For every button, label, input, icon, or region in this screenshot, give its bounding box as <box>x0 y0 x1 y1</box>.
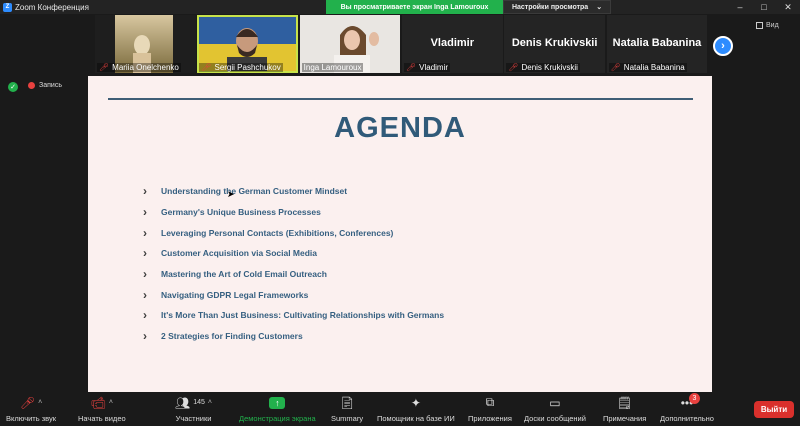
chevron-down-icon: ⌄ <box>596 4 603 11</box>
title-bar: Z Zoom Конференция Вы просматриваете экр… <box>0 0 800 14</box>
start-video-button[interactable]: 📹︎ ˄ Начать видео <box>78 395 126 424</box>
minimize-icon[interactable]: – <box>728 0 752 14</box>
share-screen-button[interactable]: ↑ Демонстрация экрана <box>239 395 316 423</box>
recording-indicator[interactable]: Запись <box>28 82 62 89</box>
list-item: › It's More Than Just Business: Cultivati… <box>143 308 445 323</box>
video-off-icon: 📹︎ <box>90 395 106 410</box>
list-item: › 2 Strategies for Finding Customers <box>143 329 303 344</box>
chevron-right-icon: › <box>143 287 147 302</box>
participant-tile[interactable]: Inga Lamouroux <box>299 15 401 73</box>
notes-button[interactable]: 🗒︎ Примечания <box>603 395 646 424</box>
participant-display-name: Natalia Babanina <box>612 37 702 49</box>
leave-button[interactable]: Выйти <box>754 401 794 418</box>
list-item: › Mastering the Art of Cold Email Outreac… <box>143 267 327 282</box>
participants-count: 145 <box>193 399 205 406</box>
mouse-cursor-icon: ➤ <box>227 189 235 199</box>
list-item: › Understanding the German Customer Minds… <box>143 184 348 199</box>
close-icon[interactable]: ✕ <box>776 0 800 14</box>
participant-name-tag: 🎤︎ Mariia Onelchenko <box>97 63 181 72</box>
mic-muted-icon: 🎤︎ <box>99 63 110 72</box>
mic-muted-icon: 🎤︎ <box>405 63 417 72</box>
sparkle-icon: ✦ <box>410 395 421 410</box>
summary-button[interactable]: 📄︎ Summary <box>331 395 363 424</box>
whiteboard-icon: ▭ <box>549 395 561 410</box>
whiteboards-button[interactable]: ▭ Доски сообщений <box>524 395 586 424</box>
grid-view-icon <box>756 22 763 29</box>
chevron-right-icon: › <box>143 225 147 240</box>
participants-icon: 👥︎ <box>175 395 191 410</box>
participant-strip: 🎤︎ Mariia Onelchenko 🎤︎ Sergii Pashchuko… <box>95 15 709 73</box>
window-controls: – □ ✕ <box>728 0 800 14</box>
record-icon <box>28 82 35 89</box>
caret-up-icon[interactable]: ˄ <box>109 399 113 406</box>
mic-muted-icon: 🎤︎ <box>508 63 519 72</box>
app-title: Z Zoom Конференция <box>3 2 89 12</box>
participant-display-name: Vladimir <box>430 37 474 49</box>
apps-button[interactable]: ⧉ Приложения <box>468 395 512 423</box>
meeting-toolbar: 🎤︎ ˄ Включить звук 📹︎ ˄ Начать видео 👥︎ 145… <box>0 392 800 426</box>
unmute-button[interactable]: 🎤︎ ˄ Включить звук <box>6 395 56 424</box>
share-banner: Вы просматриваете экран Inga Lamouroux <box>326 0 503 14</box>
notes-icon: 🗒︎ <box>617 395 633 410</box>
slide-divider <box>108 98 693 100</box>
next-page-button[interactable]: › <box>713 36 733 56</box>
chevron-right-icon: › <box>143 246 147 261</box>
chevron-right-icon: › <box>721 40 725 52</box>
mic-muted-icon: 🎤︎ <box>201 63 212 72</box>
ai-companion-button[interactable]: ✦ Помощник на базе ИИ <box>377 395 455 424</box>
summary-icon: 📄︎ <box>339 395 355 410</box>
list-item: › Customer Acquisition via Social Media <box>143 246 318 261</box>
apps-icon: ⧉ <box>485 395 495 409</box>
mic-muted-icon: 🎤︎ <box>19 395 36 410</box>
caret-up-icon[interactable]: ˄ <box>208 399 212 406</box>
participant-display-name: Denis Krukivskii <box>511 37 598 49</box>
participants-button[interactable]: 👥︎ 145 ˄ Участники <box>175 395 212 424</box>
participant-name-tag: 🎤︎ Natalia Babanina <box>608 63 687 72</box>
slide-title: AGENDA <box>334 112 466 144</box>
participant-tile[interactable]: Vladimir 🎤︎ Vladimir <box>401 15 503 73</box>
view-options-label: Настройки просмотра <box>511 3 589 11</box>
zoom-logo-icon: Z <box>3 2 12 12</box>
shared-screen: AGENDA › Understanding the German Custome… <box>88 76 712 392</box>
participant-tile[interactable]: Denis Krukivskii 🎤︎ Denis Krukivskii <box>504 15 605 73</box>
chevron-right-icon: › <box>143 308 147 323</box>
notification-badge: 3 <box>689 393 700 404</box>
maximize-icon[interactable]: □ <box>752 0 776 14</box>
participant-name-tag: 🎤︎ Sergii Pashchukov <box>199 63 283 72</box>
participant-tile[interactable]: 🎤︎ Sergii Pashchukov <box>197 15 298 73</box>
chevron-right-icon: › <box>143 329 147 344</box>
participant-name-tag: 🎤︎ Vladimir <box>403 63 451 72</box>
list-item: › Navigating GDPR Legal Frameworks <box>143 287 309 302</box>
participant-tile[interactable]: 🎤︎ Mariia Onelchenko <box>95 15 196 73</box>
view-button[interactable]: Вид <box>756 22 779 29</box>
share-screen-icon: ↑ <box>269 396 286 409</box>
list-item: › Germany's Unique Business Processes <box>143 205 321 220</box>
chevron-right-icon: › <box>143 267 147 282</box>
participant-name-tag: Inga Lamouroux <box>301 63 364 72</box>
caret-up-icon[interactable]: ˄ <box>38 399 42 406</box>
participant-tile[interactable]: Natalia Babanina 🎤︎ Natalia Babanina <box>606 15 708 73</box>
chevron-right-icon: › <box>143 184 147 199</box>
participant-name-tag: 🎤︎ Denis Krukivskii <box>506 63 580 72</box>
agenda-list: › Understanding the German Customer Minds… <box>143 181 693 347</box>
zoom-window: Z Zoom Конференция Вы просматриваете экр… <box>0 0 800 426</box>
list-item: › Leveraging Personal Contacts (Exhibitio… <box>143 225 394 240</box>
shield-icon[interactable]: ✓ <box>8 82 18 92</box>
mic-muted-icon: 🎤︎ <box>610 63 621 72</box>
window-title: Zoom Конференция <box>15 2 89 12</box>
chevron-right-icon: › <box>143 205 147 220</box>
view-options-button[interactable]: Настройки просмотра ⌄ <box>503 0 611 14</box>
more-button[interactable]: ••• Дополнительно <box>660 395 714 424</box>
